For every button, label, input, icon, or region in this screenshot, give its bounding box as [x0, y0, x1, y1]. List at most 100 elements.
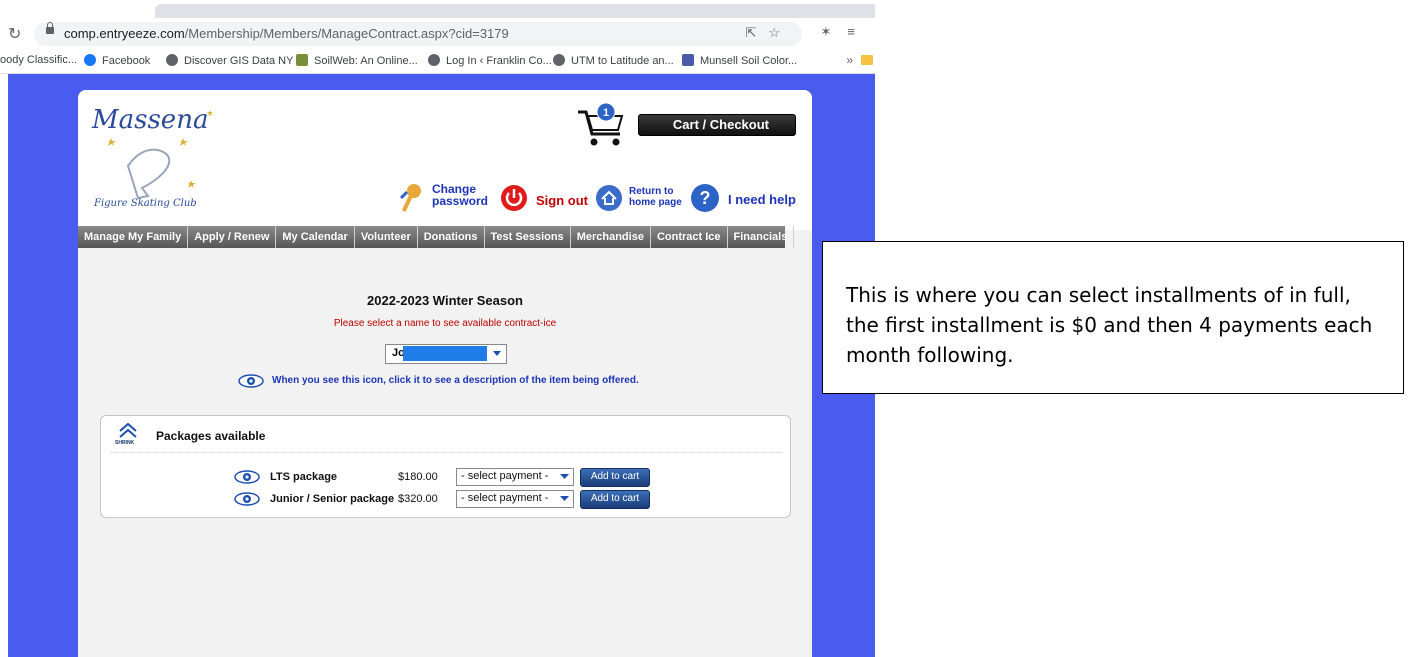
help-icon: ? [691, 184, 719, 212]
package-row: Junior / Senior package $320.00 - select… [101, 490, 790, 509]
club-logo[interactable]: Massena Figure Skating Club [88, 96, 228, 216]
package-name: Junior / Senior package [270, 493, 395, 505]
nav-test-sessions[interactable]: Test Sessions [485, 226, 571, 248]
packages-panel: SHRINK Packages available LTS package $1… [100, 415, 791, 518]
bookmark-item[interactable]: UTM to Latitude an... [553, 54, 674, 67]
add-to-cart-button[interactable]: Add to cart [580, 468, 650, 487]
globe-icon [166, 54, 178, 66]
eye-icon [238, 374, 264, 388]
annotation-text: This is where you can select installment… [846, 283, 1373, 367]
return-home-label: Return to home page [629, 186, 682, 208]
browser-toolbar: ↻ comp.entryeeze.com/Membership/Members/… [0, 18, 875, 48]
chevron-down-icon[interactable] [558, 470, 571, 483]
reading-list-icon[interactable]: ≡ [847, 24, 871, 39]
season-title: 2022-2023 Winter Season [367, 293, 523, 308]
package-name: LTS package [270, 471, 338, 483]
bookmark-item[interactable]: SoilWeb: An Online... [296, 54, 418, 67]
eye-icon[interactable] [234, 492, 260, 506]
soilweb-icon [296, 54, 308, 66]
reload-icon[interactable]: ↻ [8, 24, 21, 44]
logo-subtitle: Figure Skating Club [93, 198, 197, 209]
nav-volunteer[interactable]: Volunteer [355, 226, 418, 248]
return-home-line1: Return to [629, 186, 674, 197]
url-text[interactable]: comp.entryeeze.com/Membership/Members/Ma… [64, 26, 509, 41]
eye-icon[interactable] [234, 470, 260, 484]
bookmark-label: Discover GIS Data NY [184, 55, 294, 67]
address-bar[interactable]: comp.entryeeze.com/Membership/Members/Ma… [34, 22, 802, 46]
chevron-up-icon[interactable] [117, 421, 139, 439]
cart-count: 1 [603, 107, 609, 119]
omnibox-actions: ⇱☆ [745, 25, 792, 41]
divider [111, 452, 781, 453]
add-to-cart-button[interactable]: Add to cart [580, 490, 650, 509]
nav-apply-renew[interactable]: Apply / Renew [188, 226, 277, 248]
tab-strip [0, 0, 875, 18]
globe-icon [553, 54, 565, 66]
return-home-link[interactable]: Return to home page [595, 182, 685, 216]
shrink-toggle[interactable]: SHRINK [115, 421, 139, 449]
nav-contract-ice[interactable]: Contract Ice [651, 226, 728, 248]
nav-manage-my-family[interactable]: Manage My Family [78, 226, 189, 248]
power-icon [501, 185, 527, 211]
logo-title: Massena [91, 105, 208, 135]
page-viewport: Massena Figure Skating Club 1 Cart / Che… [8, 74, 875, 657]
payment-select-value: - select payment - [461, 492, 549, 504]
svg-text:?: ? [700, 188, 711, 208]
nav-donations[interactable]: Donations [418, 226, 485, 248]
bookmark-label: Facebook [102, 55, 151, 67]
bookmark-item[interactable]: Munsell Soil Color... [682, 54, 797, 67]
nav-financials[interactable]: Financials [728, 226, 795, 248]
packages-title: Packages available [156, 429, 266, 443]
return-home-line2: home page [629, 197, 682, 208]
home-icon [596, 185, 622, 211]
eye-hint-text: When you see this icon, click it to see … [272, 375, 639, 386]
package-price: $180.00 [398, 471, 438, 483]
bookmarks-overflow-icon[interactable]: » [846, 53, 853, 67]
change-password-label: Change password [432, 183, 488, 207]
payment-select[interactable]: - select payment - [456, 490, 574, 508]
annotation-callout: This is where you can select installment… [822, 241, 1404, 394]
share-icon[interactable]: ⇱ [745, 25, 768, 40]
chevron-down-icon[interactable] [490, 346, 504, 360]
change-password-link[interactable]: Change password [398, 182, 498, 216]
select-name-prompt: Please select a name to see available co… [333, 318, 557, 329]
main-nav: Manage My Family Apply / Renew My Calend… [78, 226, 795, 248]
bookmark-star-icon[interactable]: ☆ [768, 25, 792, 40]
bookmark-item[interactable]: Discover GIS Data NY [166, 54, 293, 67]
browser-window: ↻ comp.entryeeze.com/Membership/Members/… [0, 0, 875, 657]
help-link[interactable]: ? I need help [690, 182, 800, 216]
bookmark-label: Munsell Soil Color... [700, 55, 798, 67]
member-name-select[interactable]: Jo [385, 344, 507, 364]
change-password-line2: password [432, 194, 489, 208]
bookmark-item[interactable]: Log In ‹ Franklin Co... [428, 54, 552, 67]
url-path: /Membership/Members/ManageContract.aspx?… [184, 26, 509, 41]
url-domain: comp.entryeeze.com [64, 26, 185, 41]
nav-my-calendar[interactable]: My Calendar [276, 226, 355, 248]
bookmark-item[interactable]: Facebook [84, 54, 150, 67]
folder-icon[interactable] [861, 55, 873, 65]
package-price: $320.00 [398, 493, 438, 505]
extensions-icon[interactable]: ✶ [821, 24, 848, 39]
sign-out-label: Sign out [536, 193, 588, 208]
redaction-box [403, 346, 487, 361]
bookmark-label: Log In ‹ Franklin Co... [446, 55, 552, 67]
bookmark-label: SoilWeb: An Online... [314, 55, 418, 67]
help-label: I need help [728, 192, 796, 207]
sign-out-link[interactable]: Sign out [500, 182, 590, 216]
payment-select-value: - select payment - [461, 470, 549, 482]
chevron-down-icon[interactable] [558, 492, 571, 505]
shopping-cart-icon[interactable]: 1 [576, 102, 636, 148]
nav-merchandise[interactable]: Merchandise [571, 226, 651, 248]
facebook-icon [84, 54, 96, 66]
lock-icon[interactable] [46, 22, 54, 34]
site-header: Massena Figure Skating Club 1 Cart / Che… [78, 90, 812, 230]
bookmark-item[interactable]: oody Classific... [0, 54, 77, 66]
package-row: LTS package $180.00 - select payment - A… [101, 468, 790, 487]
tab-bar [155, 4, 875, 18]
globe-icon [428, 54, 440, 66]
cart-checkout-button[interactable]: Cart / Checkout [638, 114, 796, 136]
bookmarks-bar: oody Classific... Facebook Discover GIS … [0, 48, 875, 74]
payment-select[interactable]: - select payment - [456, 468, 574, 486]
site-card: Massena Figure Skating Club 1 Cart / Che… [78, 90, 812, 657]
toolbar-actions: ✶≡ [821, 24, 872, 40]
